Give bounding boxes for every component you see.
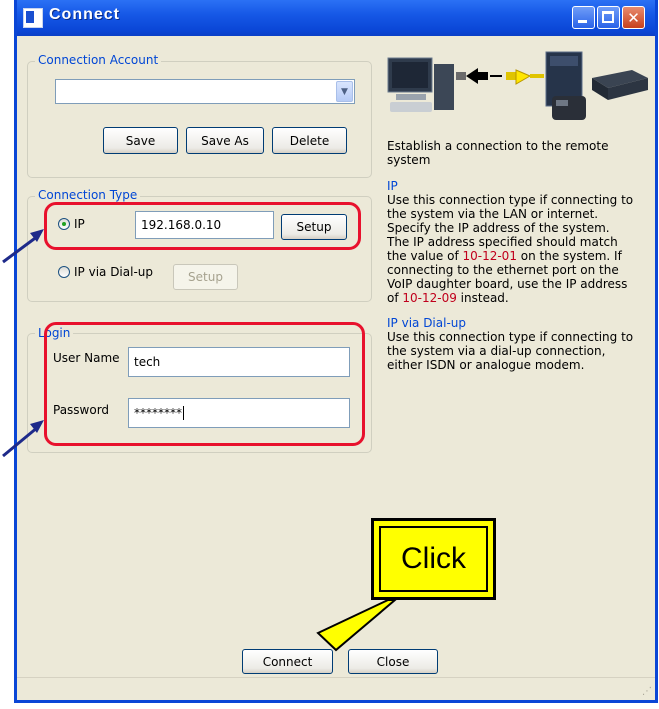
click-callout: Click	[371, 518, 496, 600]
ip-annotation-arrow-line	[2, 234, 39, 264]
callout-pointer	[316, 599, 398, 652]
annotation-arrows	[2, 229, 398, 652]
login-annotation-arrow-line	[2, 425, 39, 458]
click-callout-text: Click	[379, 526, 488, 592]
